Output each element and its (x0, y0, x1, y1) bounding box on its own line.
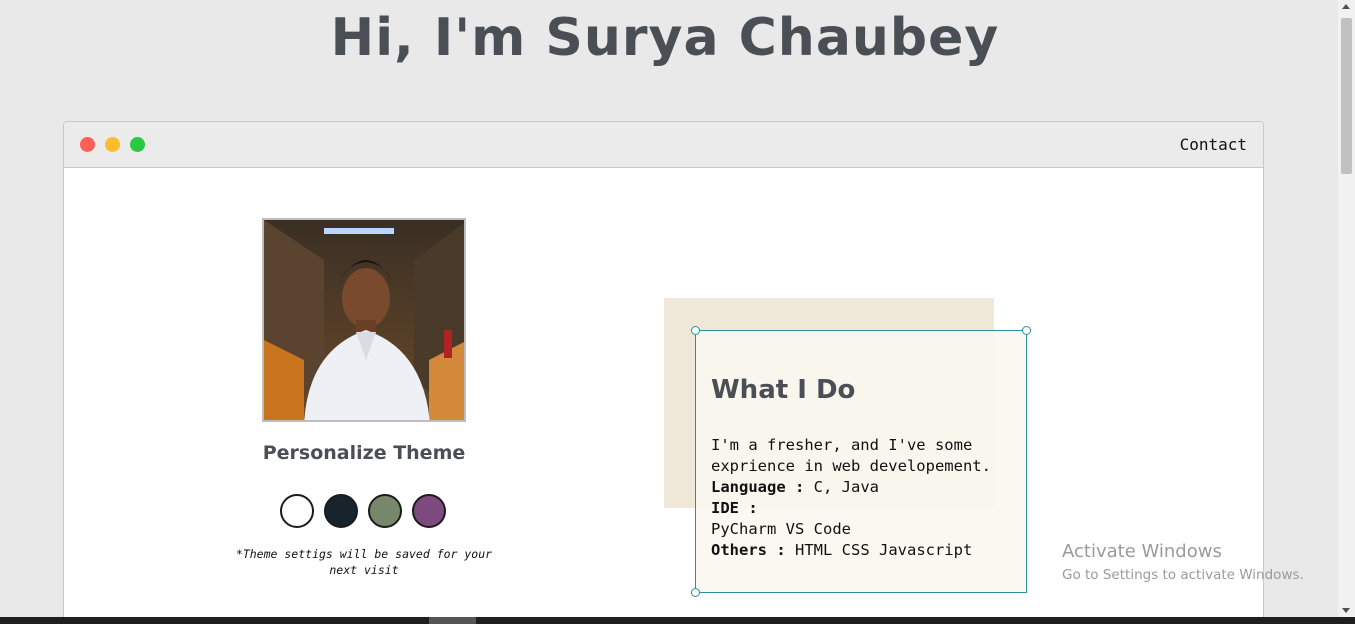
ide-value: PyCharm VS Code (711, 520, 851, 538)
contact-link[interactable]: Contact (1180, 135, 1247, 154)
taskbar-item[interactable] (429, 617, 476, 624)
taskbar (0, 617, 1355, 624)
others-value: HTML CSS Javascript (795, 541, 973, 559)
minimize-dot-icon[interactable] (105, 137, 120, 152)
window-titlebar: Contact (64, 122, 1263, 168)
what-i-do-heading: What I Do (711, 375, 856, 405)
theme-swatches (280, 494, 446, 528)
theme-swatch-green[interactable] (368, 494, 402, 528)
theme-swatch-dark-blue[interactable] (324, 494, 358, 528)
theme-heading: Personalize Theme (262, 442, 466, 464)
scroll-thumb[interactable] (1341, 18, 1352, 174)
watermark-subtitle: Go to Settings to activate Windows. (1062, 567, 1304, 583)
scroll-down-icon[interactable] (1342, 608, 1350, 613)
watermark-title: Activate Windows (1062, 541, 1222, 562)
language-label: Language : (711, 478, 805, 496)
what-i-do-body: I'm a fresher, and I've some exprience i… (711, 435, 1011, 561)
intro-text: I'm a fresher, and I've some exprience i… (711, 436, 991, 475)
theme-swatch-purple[interactable] (412, 494, 446, 528)
language-value: C, Java (813, 478, 879, 496)
person-portrait-icon (264, 220, 464, 420)
ide-label: IDE : (711, 499, 758, 517)
maximize-dot-icon[interactable] (130, 137, 145, 152)
resize-handle-icon[interactable] (691, 588, 700, 597)
resize-handle-icon[interactable] (1022, 326, 1031, 335)
theme-note: *Theme settigs will be saved for your ne… (235, 547, 493, 577)
what-i-do-card: What I Do I'm a fresher, and I've some e… (691, 326, 1031, 597)
vertical-scrollbar[interactable] (1338, 0, 1355, 617)
close-dot-icon[interactable] (80, 137, 95, 152)
page-title: Hi, I'm Surya Chaubey (330, 8, 1000, 68)
resize-handle-icon[interactable] (691, 326, 700, 335)
activate-windows-watermark: Activate Windows Go to Settings to activ… (1062, 541, 1304, 583)
scroll-up-icon[interactable] (1342, 4, 1350, 9)
profile-photo (262, 218, 466, 422)
others-label: Others : (711, 541, 786, 559)
theme-swatch-light[interactable] (280, 494, 314, 528)
